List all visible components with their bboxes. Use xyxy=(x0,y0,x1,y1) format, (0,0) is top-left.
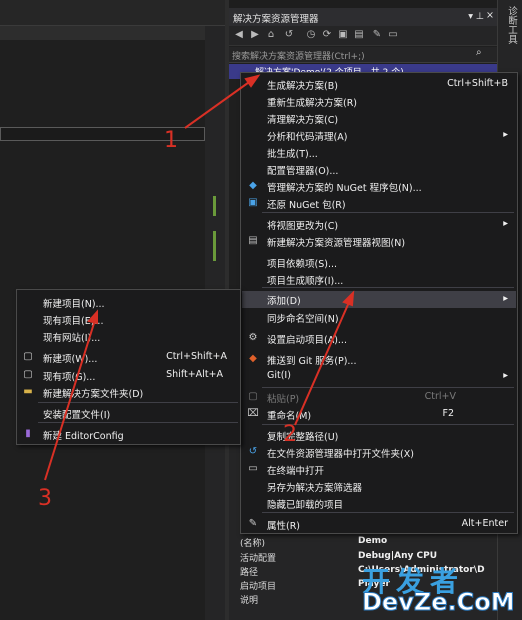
annotation-arrowhead-1 xyxy=(244,74,261,88)
annotation-arrow-3 xyxy=(44,319,96,481)
annotation-label-1: 1 xyxy=(164,128,178,153)
annotation-arrowhead-2 xyxy=(342,290,355,307)
watermark: 开发者 DevZe.CoM xyxy=(362,560,517,620)
annotation-arrow-2 xyxy=(294,299,351,426)
annotation-label-3: 3 xyxy=(38,486,52,511)
watermark-line-2: DevZe.CoM xyxy=(362,588,516,617)
annotation-arrow-1 xyxy=(184,79,253,129)
annotation-overlay xyxy=(44,74,355,481)
annotation-label-2: 2 xyxy=(283,422,297,447)
annotation-arrowhead-3 xyxy=(87,309,98,325)
